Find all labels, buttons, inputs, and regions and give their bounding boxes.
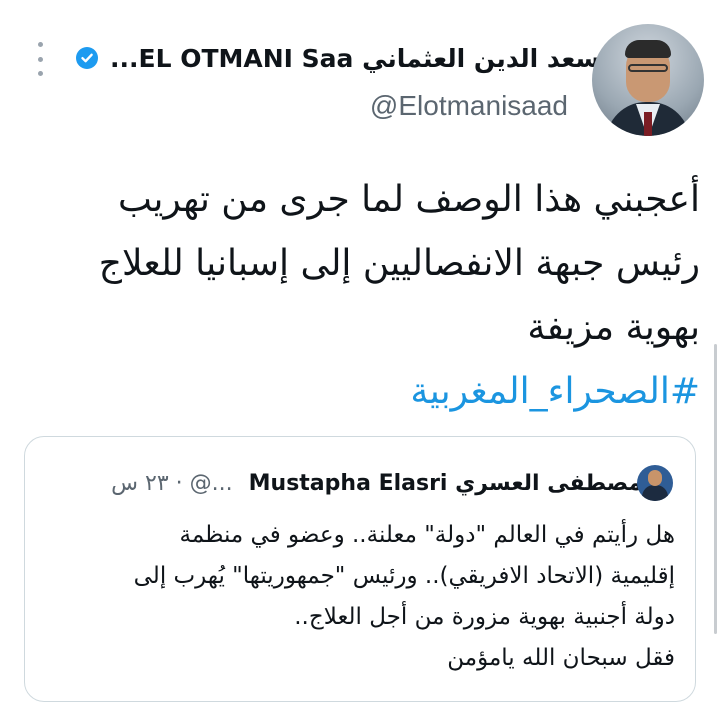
scrollbar[interactable] bbox=[714, 344, 717, 634]
author-avatar[interactable] bbox=[592, 24, 704, 136]
tweet-body: أعجبني هذا الوصف لما جرى من تهريب رئيس ج… bbox=[40, 168, 700, 424]
author-name-row[interactable]: سعد الدين العثماني EL OTMANI Saa... bbox=[76, 38, 600, 78]
tweet-text-line: رئيس جبهة الانفصاليين إلى إسبانيا للعلاج bbox=[98, 243, 700, 284]
tweet-text-line: أعجبني هذا الوصف لما جرى من تهريب bbox=[118, 179, 700, 220]
quoted-author-avatar[interactable] bbox=[637, 465, 673, 501]
verified-badge-icon bbox=[76, 47, 98, 69]
quoted-tweet[interactable]: ...@ · ٢٣ س المصطفى العسري Mustapha Elas… bbox=[24, 436, 696, 702]
more-options-icon[interactable] bbox=[32, 42, 48, 76]
author-handle[interactable]: @Elotmanisaad bbox=[370, 90, 568, 122]
quoted-tweet-header: ...@ · ٢٣ س المصطفى العسري Mustapha Elas… bbox=[49, 465, 659, 501]
hashtag-link[interactable]: #الصحراء_المغربية bbox=[40, 360, 700, 424]
quoted-text-line: إقليمية (الاتحاد الافريقي).. ورئيس "جمهو… bbox=[133, 563, 675, 589]
quoted-tweet-body: هل رأيتم في العالم "دولة" معلنة.. وعضو ف… bbox=[55, 515, 675, 679]
quoted-text-line: دولة أجنبية بهوية مزورة من أجل العلاج.. bbox=[294, 604, 675, 630]
quoted-text-line: فقل سبحان الله يامؤمن bbox=[447, 645, 675, 671]
quoted-author-name[interactable]: المصطفى العسري Mustapha Elasri bbox=[249, 471, 659, 496]
tweet-text-line: بهوية مزيفة bbox=[527, 307, 700, 348]
quoted-text-line: هل رأيتم في العالم "دولة" معلنة.. وعضو ف… bbox=[179, 522, 675, 548]
author-display-name[interactable]: سعد الدين العثماني EL OTMANI Saa... bbox=[110, 44, 600, 73]
tweet-header: سعد الدين العثماني EL OTMANI Saa... @Elo… bbox=[0, 0, 720, 140]
quoted-tweet-meta: ...@ · ٢٣ س bbox=[111, 470, 233, 496]
